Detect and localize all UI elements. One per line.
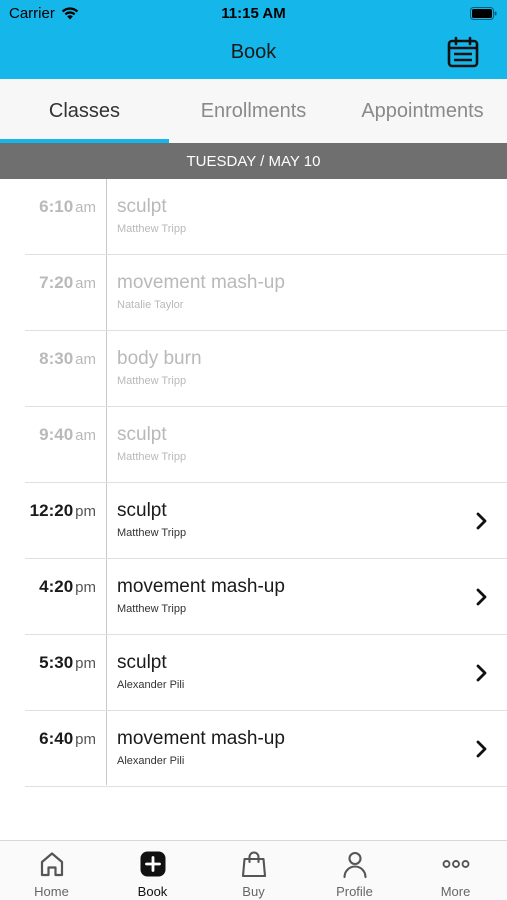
tabbar-label: Book — [137, 884, 168, 899]
tabbar-more[interactable]: More — [405, 841, 506, 900]
class-name: sculpt — [117, 424, 167, 445]
class-name: body burn — [117, 348, 202, 369]
status-bar: Carrier 11:15 AM — [0, 0, 507, 28]
bottom-tab-bar: Home Book Buy Profile More — [0, 840, 507, 900]
calendar-icon[interactable] — [447, 36, 479, 68]
instructor-name: Matthew Tripp — [117, 375, 187, 387]
class-row[interactable]: 6:40 pm movement mash-up Alexander Pili — [0, 711, 507, 787]
instructor-name: Matthew Tripp — [117, 223, 187, 235]
class-name: movement mash-up — [117, 576, 285, 597]
instructor-name: Matthew Tripp — [117, 451, 187, 463]
instructor-name: Matthew Tripp — [117, 527, 187, 539]
row-divider — [25, 786, 507, 787]
date-label: TUESDAY / MAY 10 — [186, 152, 321, 170]
shopping-bag-icon — [241, 851, 266, 878]
plus-square-icon — [140, 851, 165, 877]
class-row[interactable]: 4:20 pm movement mash-up Matthew Tripp — [0, 559, 507, 635]
tabbar-buy[interactable]: Buy — [203, 841, 304, 900]
home-icon — [40, 852, 63, 877]
chevron-right-icon[interactable] — [475, 664, 487, 682]
class-row[interactable]: 9:40 am sculpt Matthew Tripp — [0, 407, 507, 483]
class-time: 12:20 pm — [29, 501, 96, 520]
more-dots-icon — [442, 860, 469, 868]
tab-appointments[interactable]: Appointments — [338, 79, 507, 143]
class-name: movement mash-up — [117, 272, 285, 293]
tab-classes[interactable]: Classes — [0, 79, 169, 143]
class-name: sculpt — [117, 500, 167, 521]
instructor-name: Natalie Taylor — [117, 299, 184, 311]
segment-tabs: Classes Enrollments Appointments — [0, 79, 507, 143]
instructor-name: Alexander Pili — [117, 679, 185, 691]
tabbar-label: Home — [34, 884, 69, 899]
instructor-name: Matthew Tripp — [117, 603, 187, 615]
tabbar-profile[interactable]: Profile — [304, 841, 405, 900]
class-time: 5:30 pm — [39, 653, 96, 672]
tabbar-book[interactable]: Book — [102, 841, 203, 900]
chevron-right-icon[interactable] — [475, 588, 487, 606]
tabbar-label: More — [440, 884, 471, 899]
class-time: 7:20 am — [39, 273, 96, 292]
class-row[interactable]: 6:10 am sculpt Matthew Tripp — [0, 179, 507, 255]
person-icon — [342, 851, 367, 878]
tab-enrollments[interactable]: Enrollments — [169, 79, 338, 143]
class-name: movement mash-up — [117, 728, 285, 749]
class-row[interactable]: 8:30 am body burn Matthew Tripp — [0, 331, 507, 407]
page-title: Book — [230, 41, 277, 63]
class-time: 9:40 am — [39, 425, 96, 444]
class-row[interactable]: 12:20 pm sculpt Matthew Tripp — [0, 483, 507, 559]
status-time: 11:15 AM — [221, 5, 286, 22]
class-name: sculpt — [117, 652, 167, 673]
chevron-right-icon[interactable] — [475, 740, 487, 758]
class-time: 8:30 am — [39, 349, 96, 368]
class-time: 6:40 pm — [39, 729, 96, 748]
class-time: 6:10 am — [39, 197, 96, 216]
tabbar-label: Profile — [336, 884, 373, 899]
instructor-name: Alexander Pili — [117, 755, 185, 767]
date-header: TUESDAY / MAY 10 — [0, 143, 507, 179]
class-row[interactable]: 7:20 am movement mash-up Natalie Taylor — [0, 255, 507, 331]
class-row[interactable]: 5:30 pm sculpt Alexander Pili — [0, 635, 507, 711]
battery-icon — [470, 7, 497, 20]
tabbar-home[interactable]: Home — [1, 841, 102, 900]
chevron-right-icon[interactable] — [475, 512, 487, 530]
tabbar-label: Buy — [242, 884, 265, 899]
class-name: sculpt — [117, 196, 167, 217]
class-time: 4:20 pm — [39, 577, 96, 596]
header: Carrier 11:15 AM Book — [0, 0, 507, 79]
